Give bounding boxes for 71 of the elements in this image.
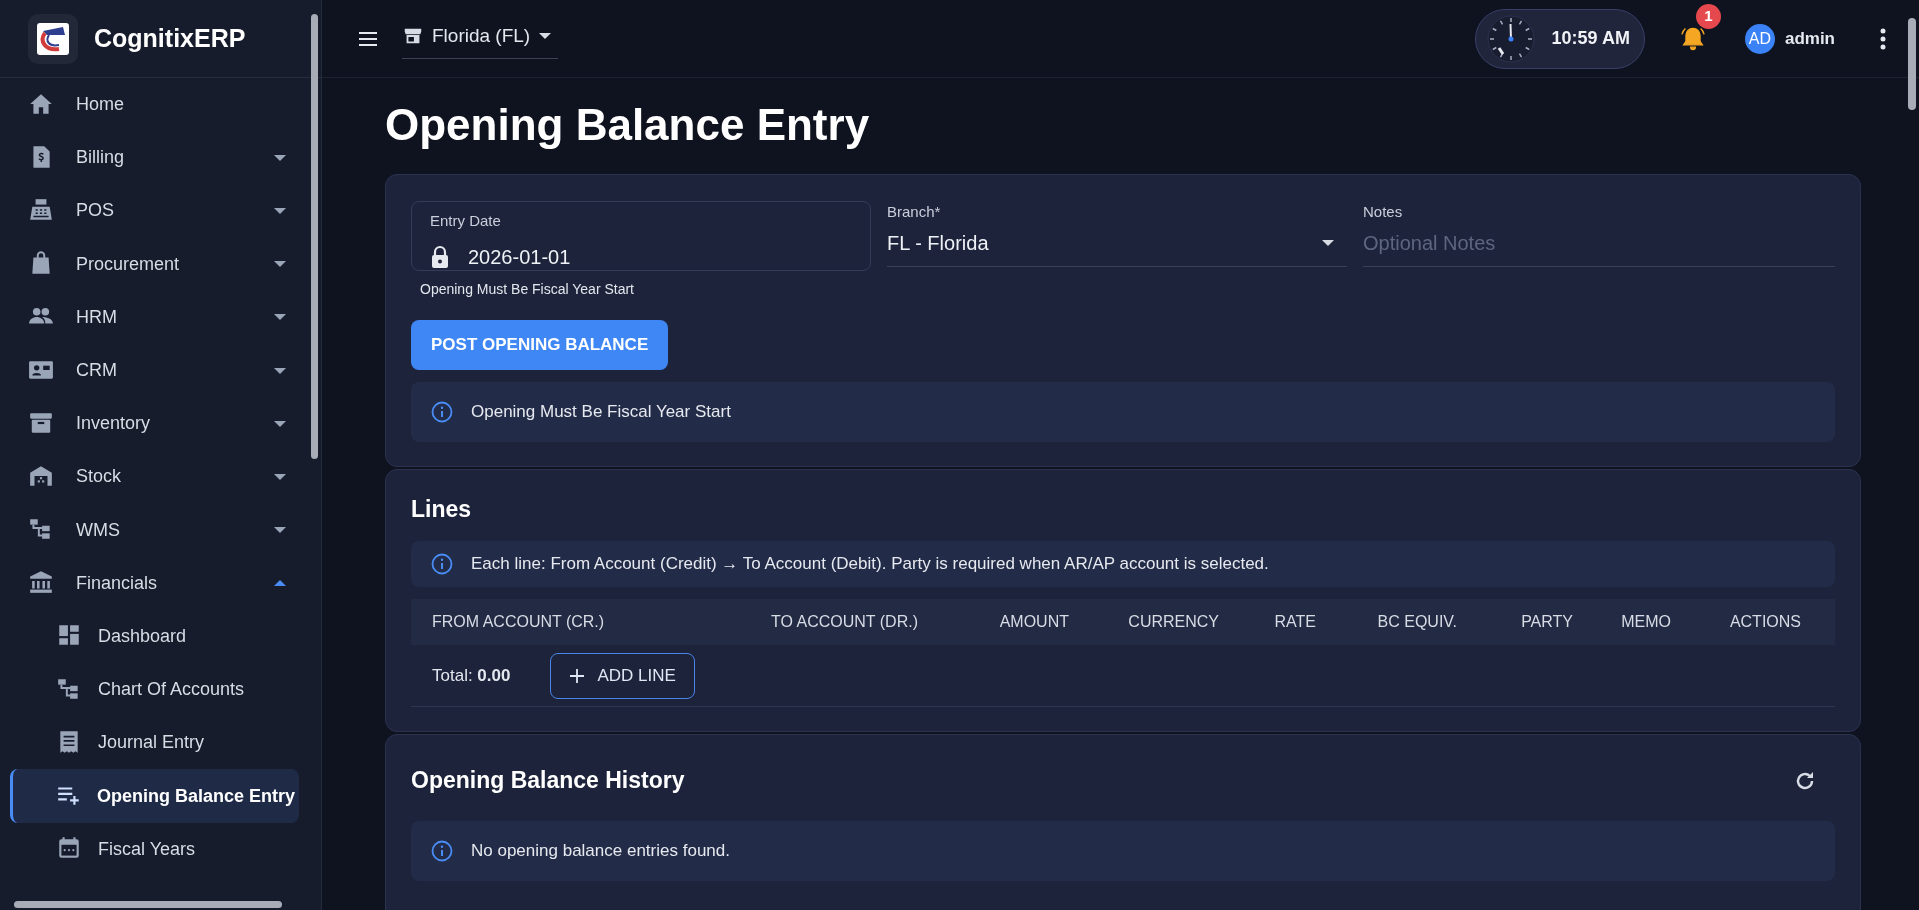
- sidebar-item[interactable]: Stock: [0, 450, 321, 504]
- column-header: PARTY: [1520, 612, 1573, 633]
- caret-icon: [538, 31, 553, 41]
- scrollbar-thumb[interactable]: [311, 14, 318, 459]
- scrollbar-thumb[interactable]: [1908, 18, 1916, 110]
- register-icon: [28, 196, 54, 223]
- caret-icon: [273, 471, 287, 482]
- column-header: MEMO: [1620, 612, 1671, 633]
- column-header: TO ACCOUNT (DR.): [771, 612, 919, 633]
- time-text: 10:59 AM: [1551, 27, 1630, 50]
- sidebar-item[interactable]: Dashboard: [10, 609, 299, 664]
- sidebar-item[interactable]: Inventory: [0, 397, 321, 451]
- more-icon: [1879, 27, 1887, 50]
- info-icon: [431, 840, 453, 863]
- alert-text: Opening Must Be Fiscal Year Start: [471, 400, 731, 423]
- sidebar-item[interactable]: Home: [0, 78, 321, 132]
- column-header: RATE: [1273, 612, 1316, 633]
- branch-select[interactable]: FL - Florida: [887, 227, 1347, 267]
- column-header: BC EQUIV.: [1376, 612, 1457, 633]
- sidebar-item[interactable]: Billing: [0, 131, 321, 185]
- field-label: Notes: [1363, 202, 1404, 222]
- plus-icon: [569, 667, 586, 684]
- bank-icon: [28, 569, 54, 596]
- sidebar-item[interactable]: Fiscal Years: [10, 822, 299, 876]
- sidebar-item[interactable]: Chart Of Accounts: [10, 663, 299, 717]
- caret-icon: [273, 365, 287, 376]
- date-value: 2026-01-01: [466, 240, 852, 273]
- section-title: Lines: [411, 495, 473, 524]
- column-header: CURRENCY: [1127, 612, 1219, 633]
- branch-selector[interactable]: Florida (FL): [402, 17, 559, 60]
- column-header: AMOUNT: [998, 612, 1069, 633]
- sidebar-item[interactable]: Opening Balance Entry: [10, 769, 299, 823]
- entry-date-field[interactable]: Entry Date 2026-01-01: [411, 201, 871, 271]
- notification-badge: 1: [1695, 3, 1721, 29]
- caret-icon: [1321, 237, 1335, 248]
- sidebar-item[interactable]: HRM: [0, 290, 321, 344]
- sidebar-item[interactable]: WMS: [0, 503, 321, 557]
- caret-icon: [273, 312, 287, 323]
- lock-icon: [430, 244, 450, 269]
- logo-icon: [28, 13, 78, 64]
- alert-text: No opening balance entries found.: [471, 840, 730, 863]
- caret-icon: [273, 418, 287, 429]
- add-line-button[interactable]: ADD LINE: [550, 652, 695, 699]
- sidebar-item[interactable]: POS: [0, 184, 321, 238]
- info-icon: [431, 553, 453, 576]
- column-header: ACTIONS: [1728, 612, 1801, 633]
- caret-icon: [273, 259, 287, 270]
- caret-icon: [273, 525, 287, 536]
- column-header: FROM ACCOUNT (CR.): [431, 612, 606, 633]
- scrollbar-thumb[interactable]: [14, 901, 282, 908]
- clock-icon: [1485, 13, 1536, 64]
- sidebar-item[interactable]: Financials: [0, 556, 321, 610]
- alert-text: Each line: From Account (Credit) → To Account (Debit). Party is required when AR/AP account is selected.: [471, 553, 1269, 576]
- caret-icon: [273, 578, 287, 589]
- info-icon: [431, 400, 453, 423]
- app-name: CognitixERP: [94, 22, 246, 54]
- caret-icon: [273, 152, 287, 163]
- field-label: Branch*: [887, 202, 942, 222]
- avatar: AD: [1744, 23, 1775, 54]
- notes-field[interactable]: Optional Notes: [1363, 227, 1835, 267]
- total-text: Total: 0.00: [432, 664, 511, 687]
- helper-text: Opening Must Be Fiscal Year Start: [420, 280, 635, 299]
- sidebar-item[interactable]: Journal Entry: [10, 716, 299, 770]
- page-title: Opening Balance Entry: [385, 99, 871, 151]
- section-title: Opening Balance History: [411, 767, 685, 795]
- field-label: Entry Date: [430, 211, 502, 231]
- caret-icon: [273, 205, 287, 216]
- post-button[interactable]: POST OPENING BALANCE: [411, 320, 669, 370]
- sidebar-item[interactable]: Procurement: [0, 237, 321, 291]
- user-menu[interactable]: AD admin: [1738, 22, 1841, 55]
- sidebar-item[interactable]: CRM: [0, 343, 321, 398]
